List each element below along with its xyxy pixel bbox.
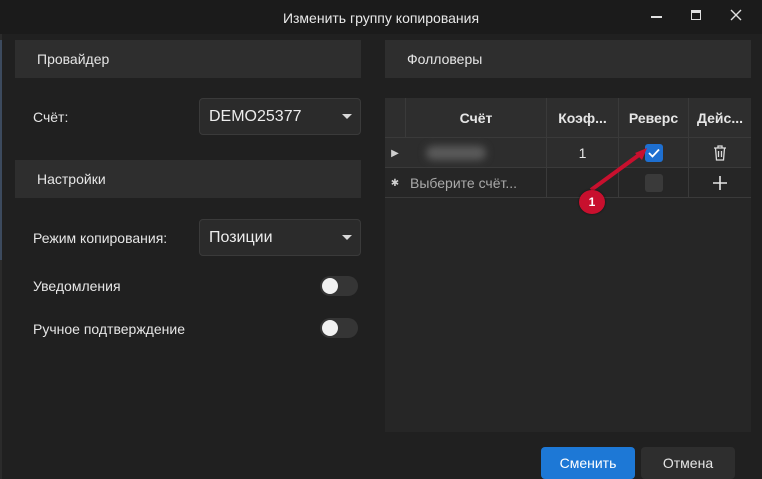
column-header-reverse[interactable]: Реверс xyxy=(618,98,688,138)
chevron-down-icon xyxy=(342,114,352,119)
apply-button[interactable]: Сменить xyxy=(541,447,635,479)
copy-mode-value: Позиции xyxy=(209,229,273,246)
notifications-toggle[interactable] xyxy=(320,276,358,296)
provider-section-header: Провайдер xyxy=(15,40,361,78)
maximize-button[interactable] xyxy=(676,0,716,30)
copy-mode-dropdown[interactable]: Позиции xyxy=(199,219,361,256)
column-header-actions[interactable]: Дейс... xyxy=(688,98,751,138)
cancel-button[interactable]: Отмена xyxy=(641,447,735,479)
followers-grid: Счёт Коэф... Реверс Дейс... ▶ 1 ✱ Выбери… xyxy=(385,98,751,432)
follower-account-cell[interactable] xyxy=(405,138,546,168)
grid-header-row: Счёт Коэф... Реверс Дейс... xyxy=(385,98,751,138)
copy-mode-label: Режим копирования: xyxy=(33,230,168,246)
annotation-badge: 1 xyxy=(579,190,605,214)
title-bar: Изменить группу копирования xyxy=(0,0,762,34)
add-follower-button[interactable] xyxy=(688,168,751,198)
new-row-asterisk-icon: ✱ xyxy=(390,177,400,189)
window-left-accent xyxy=(0,40,2,260)
manual-confirm-label: Ручное подтверждение xyxy=(33,321,185,337)
manual-confirm-toggle[interactable] xyxy=(320,318,358,338)
minimize-button[interactable] xyxy=(636,0,676,30)
table-row[interactable]: ▶ 1 xyxy=(385,138,751,168)
close-icon xyxy=(730,9,742,21)
delete-follower-button[interactable] xyxy=(688,138,751,168)
dialog-window: Изменить группу копирования Провайдер Сч… xyxy=(0,0,762,479)
followers-section-header: Фолловеры xyxy=(385,40,751,78)
provider-account-label: Счёт: xyxy=(33,109,69,125)
provider-account-value: DEMO25377 xyxy=(209,108,302,125)
toggle-knob xyxy=(322,320,338,336)
column-header-coef[interactable]: Коэф... xyxy=(546,98,618,138)
notifications-label: Уведомления xyxy=(33,278,121,294)
plus-icon xyxy=(713,176,727,190)
minimize-icon xyxy=(650,16,662,18)
row-selector-arrow-icon: ▶ xyxy=(391,147,399,159)
toggle-knob xyxy=(322,278,338,294)
chevron-down-icon xyxy=(342,235,352,240)
provider-account-dropdown[interactable]: DEMO25377 xyxy=(199,98,361,135)
maximize-icon xyxy=(691,10,701,20)
new-follower-row[interactable]: ✱ Выберите счёт... xyxy=(385,168,751,198)
trash-icon xyxy=(714,145,726,161)
close-button[interactable] xyxy=(716,0,756,30)
redacted-account xyxy=(425,146,486,160)
column-header-account[interactable]: Счёт xyxy=(405,98,546,138)
settings-section-header: Настройки xyxy=(15,160,361,198)
select-account-placeholder[interactable]: Выберите счёт... xyxy=(405,168,546,198)
